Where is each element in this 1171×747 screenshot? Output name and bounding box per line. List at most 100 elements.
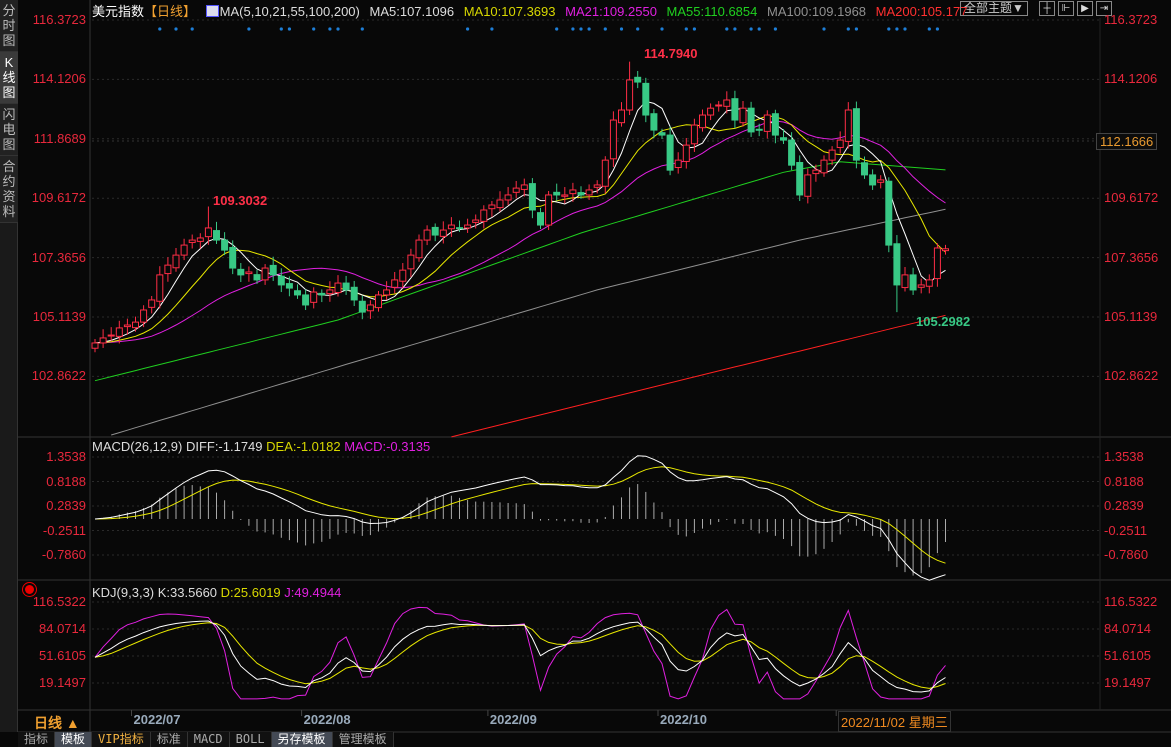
zoom-range-icon[interactable]: ⊩	[1058, 1, 1074, 16]
signal-dot	[587, 27, 591, 31]
candle-up	[739, 107, 747, 124]
candle-up	[415, 239, 423, 259]
signal-dot	[336, 27, 340, 31]
price-axis-label-left: 107.3656	[31, 249, 86, 265]
ma21-value: MA21:109.2550	[565, 4, 657, 19]
candle-up	[601, 159, 609, 187]
tab-manage-template[interactable]: 管理模板	[333, 732, 394, 747]
candle-down	[642, 82, 650, 116]
candle-up	[609, 119, 617, 160]
candle-down	[885, 180, 893, 246]
price-axis-label-left: 102.8622	[31, 368, 86, 384]
candle-down	[237, 268, 245, 276]
tab-save-template[interactable]: 另存模板	[271, 732, 333, 747]
chart-canvas[interactable]	[0, 0, 1171, 747]
candle-up	[383, 289, 391, 296]
tab-standard[interactable]: 标准	[151, 732, 188, 747]
instrument-title: 美元指数	[92, 4, 145, 19]
candle-up	[310, 291, 318, 303]
signal-dot	[190, 27, 194, 31]
signal-dot	[757, 27, 761, 31]
candle-up	[472, 219, 480, 223]
kdj-axis-label-left: 116.5322	[32, 594, 86, 609]
signal-dot	[854, 27, 859, 31]
candle-up	[140, 309, 148, 323]
candle-up	[423, 229, 431, 241]
candle-up	[569, 189, 577, 195]
candle-up	[132, 321, 139, 329]
period-selector[interactable]: 日线 ▲	[34, 713, 80, 733]
signal-dot	[555, 27, 559, 31]
tab-template[interactable]: 模板	[55, 732, 93, 747]
candle-down	[342, 282, 350, 291]
play-icon[interactable]: ▶	[1077, 1, 1093, 16]
signal-dot	[619, 27, 624, 31]
kdj-axis-label-right: 84.0714	[1104, 621, 1151, 636]
candle-up	[626, 79, 634, 111]
kdj-axis-label-right: 51.6105	[1104, 648, 1151, 663]
chart-header: 美元指数【日线】 MA(5,10,21,55,100,200) MA5:107.…	[92, 1, 973, 20]
candle-up	[812, 169, 820, 175]
signal-dot	[660, 27, 664, 31]
signal-dot	[360, 27, 364, 31]
ma200-line	[451, 314, 946, 438]
candle-up	[439, 229, 447, 237]
price-axis-label-right: 116.3723	[1104, 12, 1158, 27]
tab-macd[interactable]: MACD	[188, 732, 230, 747]
candle-down	[456, 227, 463, 230]
candle-down	[358, 300, 366, 313]
cursor-date-label: 2022/11/02 星期三	[838, 711, 951, 732]
price-axis-label-left: 109.6172	[31, 190, 86, 206]
candle-down	[294, 290, 301, 296]
candle-up	[674, 159, 682, 169]
candle-down	[634, 76, 642, 83]
tab-vip-indicator[interactable]: VIP指标	[92, 732, 151, 747]
candle-up	[99, 337, 107, 344]
tab-boll[interactable]: BOLL	[230, 732, 272, 747]
candle-up	[399, 269, 407, 282]
ma10-value: MA10:107.3693	[463, 4, 556, 19]
ma-params: MA(5,10,21,55,100,200)	[219, 4, 360, 19]
high-price-label: 114.7940	[644, 46, 698, 61]
theme-dropdown[interactable]: 全部主题▼	[960, 1, 1028, 16]
candle-down	[253, 274, 261, 281]
candle-up	[188, 239, 196, 243]
candle-up	[156, 274, 164, 302]
price-axis-label-left: 114.1206	[32, 71, 86, 87]
candle-up	[366, 304, 374, 312]
signal-dot	[903, 27, 907, 31]
candle-up	[836, 139, 844, 148]
chart-type-icon[interactable]	[205, 5, 219, 17]
candle-down	[229, 246, 237, 269]
tab-indicator[interactable]: 指标	[18, 732, 56, 747]
kdj-axis-label-left: 51.6105	[39, 648, 86, 663]
macd-axis-label-right: 0.8188	[1104, 473, 1144, 489]
local-high-label: 109.3032	[213, 193, 268, 208]
ma200-value: MA200:105.177	[875, 4, 968, 19]
candle-up	[180, 244, 188, 256]
candle-up	[699, 114, 706, 129]
signal-dot	[312, 27, 316, 31]
macd-title: MACD(26,12,9)	[92, 439, 183, 454]
kdj-settings-icon[interactable]	[25, 585, 34, 594]
candle-down	[285, 283, 293, 289]
crosshair-icon[interactable]: ┼	[1039, 1, 1055, 16]
candle-up	[245, 271, 253, 275]
macd-dea: DEA:-1.0182	[266, 439, 341, 454]
candle-up	[496, 199, 504, 209]
ma55-value: MA55:110.6854	[666, 4, 758, 19]
candle-down	[537, 212, 544, 226]
candle-down	[909, 274, 917, 291]
candle-up	[261, 267, 269, 281]
candle-down	[553, 191, 561, 196]
price-axis-label-left: 111.8689	[33, 130, 86, 146]
candle-up	[690, 124, 698, 145]
candle-down	[269, 264, 277, 276]
candle-up	[618, 109, 625, 124]
candle-up	[488, 204, 496, 210]
signal-dot	[328, 27, 332, 31]
signal-dot	[822, 27, 826, 31]
candle-down	[658, 132, 666, 136]
candle-up	[828, 149, 836, 161]
signal-dot	[579, 27, 583, 31]
